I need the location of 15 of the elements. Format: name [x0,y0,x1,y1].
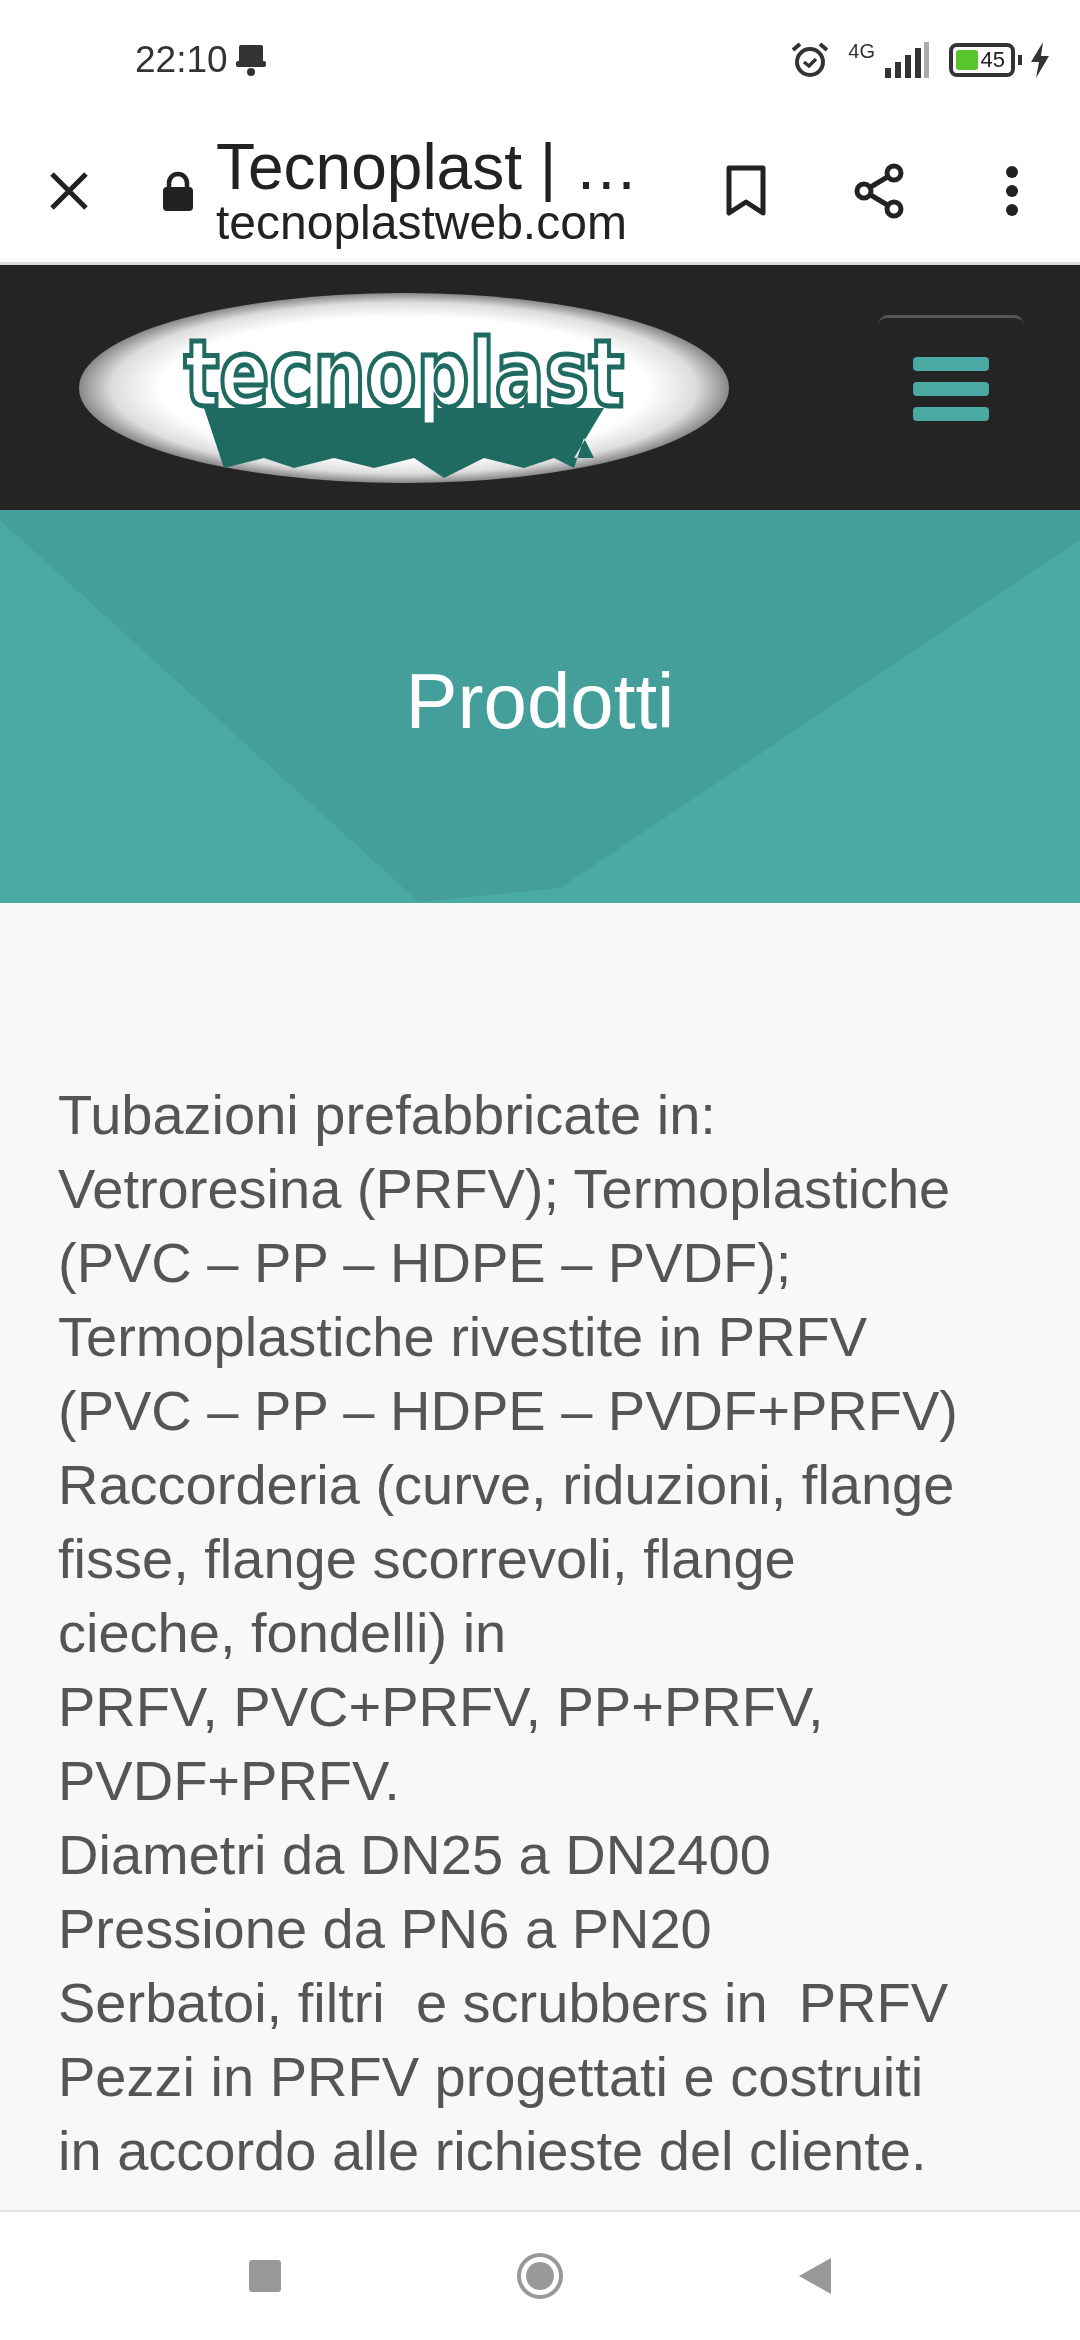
close-icon[interactable] [48,170,90,212]
more-icon[interactable] [1004,165,1020,217]
bookmark-icon[interactable] [726,165,766,217]
status-time: 22:10 [135,39,228,81]
alarm-icon [790,40,831,80]
back-icon[interactable] [799,2258,831,2294]
signal-icon [883,42,929,78]
notification-icon [235,43,266,77]
page-heading: Prodotti [405,656,675,747]
menu-icon [913,355,989,423]
network-type: 4G [848,39,875,63]
home-icon[interactable] [516,2252,564,2300]
lock-icon [162,171,194,211]
charging-icon [1030,42,1050,78]
product-description: Tubazioni prefabbricate in: Vetroresina (PRFV); Termoplastiche (PVC – PP – HDPE – PVDF); Termoplastiche rivestite in PRFV (PVC – PP – HDPE – PVDF+PRFV) Raccorderia (curve, riduzioni, flange fisse, flange scorrevoli, flange cieche, fondelli) in PRFV, PVC+PRFV, PP+PRFV, PVDF+PRFV. Diametri da DN25 a DN2400 Pressione da PN6 a PN20 Serbatoi, filtri e scrubbers in PRFV Pezzi in PRFV progettati e costruiti in accordo alle richieste del cliente. [58,1082,959,2184]
